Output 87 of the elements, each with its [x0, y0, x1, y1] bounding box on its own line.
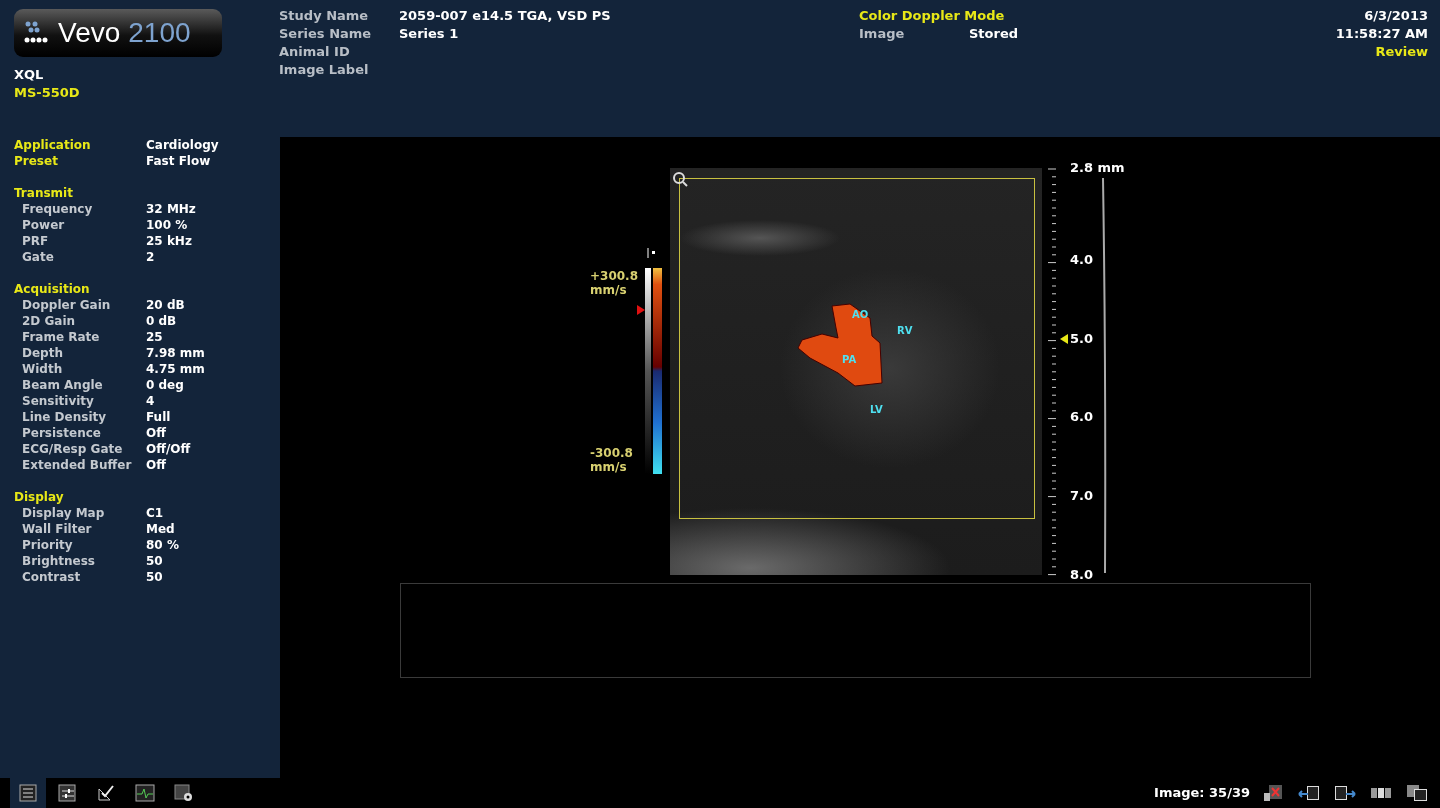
parameter-label: ECG/Resp Gate: [22, 441, 124, 457]
field-label: Image Label: [279, 61, 370, 79]
scale-position-icon: [647, 247, 657, 259]
parameter-value: Med: [146, 521, 176, 537]
parameter-label: Frame Rate: [22, 329, 101, 345]
parameter-label: Wall Filter: [22, 521, 93, 537]
anatomy-label: AO: [852, 309, 869, 321]
section-title: Transmit: [14, 185, 74, 201]
parameter-value: 80 %: [146, 537, 180, 553]
imaging-mode: Color Doppler Mode: [859, 7, 1006, 25]
list-icon: [18, 783, 38, 803]
parameter-label: Frequency: [22, 201, 94, 217]
field-value: Stored: [969, 25, 1020, 43]
zoom-icon[interactable]: [672, 171, 688, 187]
section-title: Acquisition: [14, 281, 91, 297]
depth-label: 5.0: [1070, 330, 1094, 347]
depth-label: 8.0: [1070, 566, 1094, 583]
parameter-label: Sensitivity: [22, 393, 95, 409]
previous-image-icon: [1298, 784, 1320, 802]
velocity-max: +300.8 mm/s: [590, 269, 638, 297]
anatomy-label: LV: [870, 404, 883, 416]
parameter-value: Full: [146, 409, 172, 425]
field-label: Study Name: [279, 7, 370, 25]
parameter-value: 25 kHz: [146, 233, 193, 249]
parameter-value: 25: [146, 329, 164, 345]
system-name: XQL: [14, 66, 45, 84]
ecg-monitor-icon: [135, 783, 155, 803]
depth-label: 6.0: [1070, 409, 1094, 426]
parameter-label: Priority: [22, 537, 74, 553]
depth-label: 7.0: [1070, 488, 1094, 505]
parameter-label: 2D Gain: [22, 313, 77, 329]
parameter-value: 0 dB: [146, 313, 178, 329]
parameter-value: 20 dB: [146, 297, 186, 313]
parameter-value: 7.98 mm: [146, 345, 206, 361]
parameter-label: Gate: [22, 249, 55, 265]
parameter-label: Persistence: [22, 425, 102, 441]
sliders-icon: [57, 783, 77, 803]
parameter-value: 0 deg: [146, 377, 185, 393]
compare-images-icon: [1406, 784, 1428, 802]
anatomy-label: PA: [842, 354, 857, 366]
parameter-value: Off/Off: [146, 441, 192, 457]
delete-image-icon: [1262, 784, 1284, 802]
parameter-value: 4: [146, 393, 156, 409]
parameter-label: Power: [22, 217, 66, 233]
depth-label: 2.8 mm: [1070, 160, 1125, 176]
parameter-value: Off: [146, 457, 167, 473]
parameter-label: PRF: [22, 233, 50, 249]
parameter-value: 50: [146, 569, 164, 585]
next-image-icon: [1334, 784, 1356, 802]
field-label: Image: [859, 25, 906, 43]
time: 11:58:27 AM: [1335, 25, 1428, 43]
velocity-min: -300.8 mm/s: [590, 446, 634, 474]
date: 6/3/2013: [1364, 7, 1428, 25]
parameter-value: 100 %: [146, 217, 189, 233]
parameter-label: Doppler Gain: [22, 297, 112, 313]
parameter-label: Depth: [22, 345, 64, 361]
parameter-value: Fast Flow: [146, 153, 212, 169]
ruler-check-icon: [96, 783, 116, 803]
field-value: 2059-007 e14.5 TGA, VSD PS: [399, 7, 612, 25]
parameter-label: Display Map: [22, 505, 106, 521]
section-title: Display: [14, 489, 65, 505]
transducer-name: MS-550D: [14, 84, 81, 102]
parameter-label: Application: [14, 137, 92, 153]
field-value: Series 1: [399, 25, 460, 43]
parameter-label: Preset: [14, 153, 59, 169]
parameter-value: Cardiology: [146, 137, 220, 153]
settings-icon: [174, 783, 194, 803]
field-label: Series Name: [279, 25, 373, 43]
session-state: Review: [1375, 43, 1428, 61]
parameter-value: 50: [146, 553, 164, 569]
logo-model: 2100: [128, 17, 191, 49]
parameter-label: Brightness: [22, 553, 96, 569]
parameter-value: 2: [146, 249, 156, 265]
parameter-label: Contrast: [22, 569, 82, 585]
parameter-value: Off: [146, 425, 167, 441]
parameter-label: Width: [22, 361, 64, 377]
anatomy-label: RV: [897, 325, 913, 337]
image-counter: Image: 35/39: [1154, 784, 1250, 802]
parameter-value: 32 MHz: [146, 201, 197, 217]
parameter-label: Line Density: [22, 409, 108, 425]
parameter-label: Beam Angle: [22, 377, 104, 393]
parameter-value: C1: [146, 505, 165, 521]
parameter-value: 4.75 mm: [146, 361, 206, 377]
parameter-label: Extended Buffer: [22, 457, 133, 473]
depth-label: 4.0: [1070, 252, 1094, 268]
logo-brand: Vevo: [58, 17, 121, 49]
field-label: Animal ID: [279, 43, 351, 61]
